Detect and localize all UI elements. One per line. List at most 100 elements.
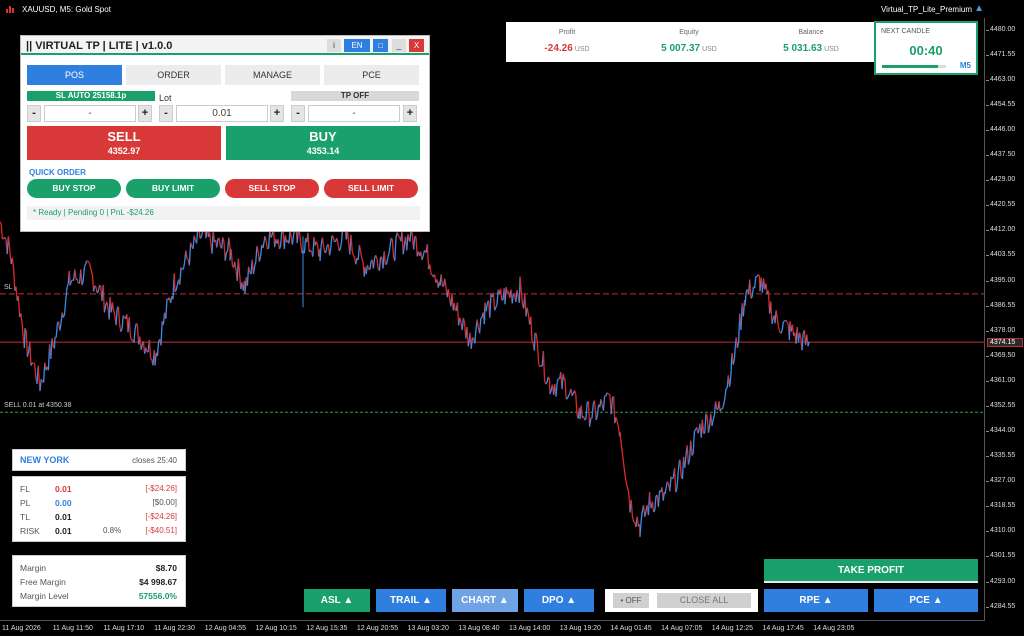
sl-auto-label[interactable]: SL AUTO 25158.1p bbox=[27, 91, 155, 101]
price-segment bbox=[216, 238, 219, 248]
price-segment bbox=[575, 394, 578, 415]
tab-manage[interactable]: MANAGE bbox=[225, 65, 320, 85]
buy-limit-button[interactable]: BUY LIMIT bbox=[126, 179, 220, 198]
sell-limit-button[interactable]: SELL LIMIT bbox=[324, 179, 418, 198]
price-segment bbox=[112, 310, 116, 316]
sl-decrease-button[interactable]: - bbox=[27, 105, 41, 122]
price-segment bbox=[489, 293, 492, 318]
tp-field[interactable]: - bbox=[308, 105, 400, 122]
time-tick-label: 14 Aug 07:05 bbox=[661, 625, 703, 632]
session-name: NEW YORK bbox=[20, 455, 70, 465]
price-segment bbox=[533, 333, 536, 351]
take-profit-button[interactable]: TAKE PROFIT bbox=[764, 559, 978, 583]
tab-order[interactable]: ORDER bbox=[126, 65, 221, 85]
price-segment bbox=[444, 278, 447, 287]
tab-pos[interactable]: POS bbox=[27, 65, 122, 85]
price-segment bbox=[712, 414, 716, 420]
time-tick-label: 14 Aug 12:25 bbox=[711, 625, 754, 632]
pnl-value: 0.01 bbox=[55, 526, 72, 536]
tp-increase-button[interactable]: + bbox=[403, 105, 417, 122]
price-segment bbox=[76, 278, 80, 284]
sell-price: 4352.97 bbox=[107, 146, 141, 156]
info-button[interactable]: i bbox=[327, 39, 341, 52]
price-segment bbox=[744, 292, 747, 306]
tab-pce[interactable]: PCE bbox=[324, 65, 419, 85]
lot-field[interactable]: 0.01 bbox=[176, 105, 268, 122]
sell-stop-button[interactable]: SELL STOP bbox=[225, 179, 319, 198]
price-segment bbox=[472, 337, 474, 339]
price-segment bbox=[751, 286, 755, 297]
tp-off-label[interactable]: TP OFF bbox=[291, 91, 419, 101]
lot-decrease-button[interactable]: - bbox=[159, 105, 173, 122]
price-segment bbox=[253, 261, 257, 267]
panel-header[interactable]: || VIRTUAL TP | LITE | v1.0.0 i EN □ _ X bbox=[21, 36, 429, 55]
rpe-button[interactable]: RPE ▲ bbox=[764, 589, 868, 612]
price-segment bbox=[37, 365, 41, 384]
margin-row: Free Margin $4 998.67 bbox=[13, 577, 185, 591]
close-all-button[interactable]: CLOSE ALL bbox=[657, 593, 751, 608]
chart-bars-icon bbox=[6, 5, 16, 13]
price-tick-mark bbox=[986, 205, 989, 207]
close-button[interactable]: X bbox=[409, 39, 424, 52]
profit-value: -24.26 bbox=[544, 43, 573, 54]
price-segment bbox=[556, 378, 560, 383]
lot-increase-button[interactable]: + bbox=[270, 105, 284, 122]
price-segment bbox=[679, 459, 682, 477]
price-segment bbox=[542, 351, 546, 381]
profit-label: Profit bbox=[558, 29, 576, 36]
price-segment bbox=[265, 240, 269, 250]
price-segment bbox=[666, 481, 670, 485]
price-segment bbox=[480, 317, 483, 320]
balance-label: Balance bbox=[798, 29, 824, 36]
pnl-key: TL bbox=[20, 512, 30, 522]
price-segment bbox=[255, 245, 258, 262]
equity-label: Equity bbox=[679, 29, 699, 36]
asl-button[interactable]: ASL ▲ bbox=[304, 589, 370, 612]
pnl-key: PL bbox=[20, 498, 31, 508]
price-tick-mark bbox=[986, 255, 989, 257]
sl-increase-button[interactable]: + bbox=[138, 105, 152, 122]
price-segment bbox=[786, 321, 789, 325]
price-segment bbox=[476, 319, 480, 329]
price-segment bbox=[801, 333, 804, 351]
price-segment bbox=[173, 273, 176, 292]
price-segment bbox=[596, 404, 600, 416]
price-segment bbox=[612, 396, 616, 424]
current-price-tag: 4374.15 bbox=[987, 337, 1023, 347]
price-segment bbox=[39, 379, 42, 392]
minimize-button[interactable]: _ bbox=[392, 39, 406, 52]
price-segment bbox=[564, 378, 567, 400]
balance-unit: USD bbox=[824, 46, 839, 53]
balance-stat: Balance 5 031.63 USD bbox=[750, 22, 872, 56]
maximize-button[interactable]: □ bbox=[373, 39, 388, 52]
buy-button[interactable]: BUY 4353.14 bbox=[226, 126, 420, 160]
price-segment bbox=[0, 223, 4, 239]
price-tick-mark bbox=[986, 405, 989, 407]
status-bar: * Ready | Pending 0 | PnL -$24.26 bbox=[27, 206, 420, 220]
price-segment bbox=[394, 237, 397, 261]
price-segment bbox=[128, 317, 132, 336]
price-segment bbox=[328, 247, 332, 256]
buy-stop-button[interactable]: BUY STOP bbox=[27, 179, 121, 198]
sl-field[interactable]: - bbox=[44, 105, 136, 122]
price-segment bbox=[378, 256, 382, 271]
sell-button[interactable]: SELL 4352.97 bbox=[27, 126, 221, 160]
pce-button[interactable]: PCE ▲ bbox=[874, 589, 978, 612]
window-title-bar: XAUUSD, M5: Gold Spot Virtual_TP_Lite_Pr… bbox=[0, 0, 1024, 18]
trail-button[interactable]: TRAIL ▲ bbox=[376, 589, 446, 612]
price-segment bbox=[565, 397, 568, 400]
price-segment bbox=[421, 255, 424, 261]
price-segment bbox=[619, 431, 622, 444]
price-segment bbox=[530, 316, 533, 341]
dpo-button[interactable]: DPO ▲ bbox=[524, 589, 594, 612]
price-segment bbox=[90, 270, 94, 276]
chart-button[interactable]: CHART ▲ bbox=[452, 589, 518, 612]
price-segment bbox=[456, 302, 460, 326]
price-segment bbox=[714, 401, 718, 410]
tp-decrease-button[interactable]: - bbox=[291, 105, 305, 122]
language-button[interactable]: EN bbox=[344, 39, 370, 52]
price-segment bbox=[237, 258, 241, 274]
price-segment bbox=[59, 323, 62, 331]
off-toggle[interactable]: • OFF bbox=[613, 593, 649, 608]
session-closes: closes 25:40 bbox=[132, 456, 177, 465]
